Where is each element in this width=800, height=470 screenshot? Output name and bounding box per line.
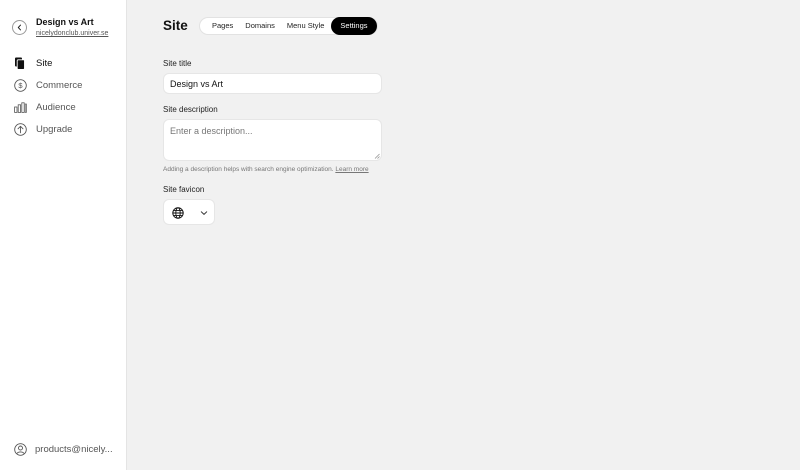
site-url-link[interactable]: nicelydonclub.univer.se — [36, 30, 108, 37]
sidebar-item-label: Audience — [36, 101, 76, 113]
main-content: Site Pages Domains Menu Style Settings S… — [128, 0, 800, 470]
site-description-input[interactable] — [163, 119, 382, 161]
site-description-label: Site description — [163, 105, 218, 114]
chevron-down-icon — [200, 211, 208, 215]
sidebar-item-label: Site — [36, 57, 53, 69]
sidebar: Design vs Art nicelydonclub.univer.se Si… — [0, 0, 127, 470]
user-circle-icon — [13, 442, 27, 456]
account-email: products@nicely... — [35, 443, 113, 455]
svg-text:$: $ — [18, 81, 23, 90]
tab-settings[interactable]: Settings — [331, 17, 377, 35]
help-text: Adding a description helps with search e… — [163, 166, 334, 173]
arrow-up-circle-icon — [13, 122, 27, 136]
site-favicon-label: Site favicon — [163, 185, 205, 194]
page-title: Site — [163, 18, 188, 33]
bar-chart-icon — [13, 100, 27, 114]
learn-more-link[interactable]: Learn more — [335, 166, 368, 173]
tab-pages[interactable]: Pages — [206, 17, 239, 35]
favicon-select[interactable] — [163, 199, 215, 225]
description-help-text: Adding a description helps with search e… — [163, 166, 369, 173]
sidebar-item-audience[interactable]: Audience — [13, 99, 76, 115]
sidebar-item-label: Upgrade — [36, 123, 73, 135]
chevron-left-icon — [17, 24, 22, 31]
site-name: Design vs Art — [36, 17, 94, 27]
site-title-label: Site title — [163, 59, 192, 68]
site-title-input[interactable] — [163, 73, 382, 94]
sidebar-item-commerce[interactable]: $ Commerce — [13, 77, 82, 93]
dollar-icon: $ — [13, 78, 27, 92]
sidebar-item-label: Commerce — [36, 79, 83, 91]
sidebar-item-site[interactable]: Site — [13, 55, 52, 71]
pages-icon — [13, 56, 27, 70]
account-menu[interactable]: products@nicely... — [13, 441, 113, 457]
tab-menu-style[interactable]: Menu Style — [281, 17, 331, 35]
globe-icon — [172, 207, 184, 219]
resize-handle-icon[interactable] — [374, 153, 380, 159]
sidebar-item-upgrade[interactable]: Upgrade — [13, 121, 72, 137]
tab-bar: Pages Domains Menu Style Settings — [199, 17, 378, 35]
back-button[interactable] — [12, 20, 27, 35]
tab-domains[interactable]: Domains — [239, 17, 281, 35]
